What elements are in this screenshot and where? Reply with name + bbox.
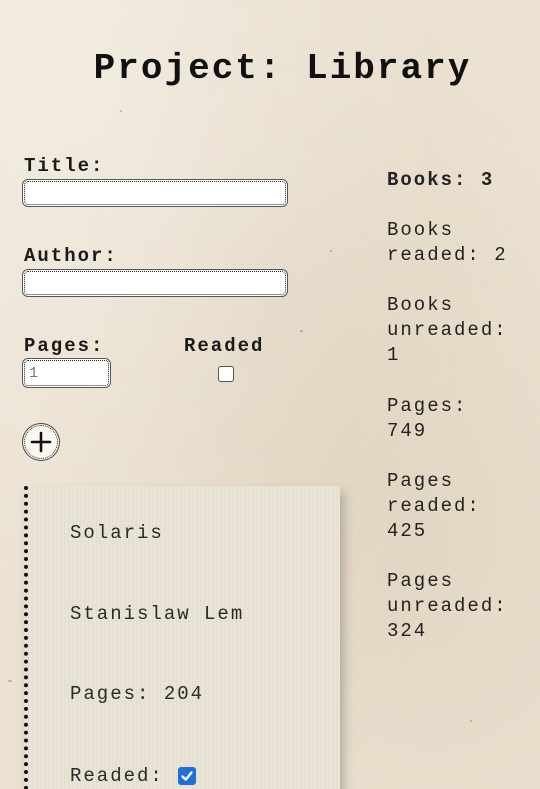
paper-speck <box>300 330 303 332</box>
pages-input[interactable] <box>24 360 109 386</box>
stat-books-unreaded: Books unreaded: 1 <box>387 294 508 366</box>
book-card: Solaris Stanislaw Lem Pages: 204 Readed: <box>24 486 340 789</box>
stat-pages: Pages: 749 <box>387 395 468 442</box>
stat-books-readed: Books readed: 2 <box>387 219 508 266</box>
plus-icon <box>30 431 52 453</box>
readed-label: Readed <box>184 335 265 357</box>
book-author: Stanislaw Lem <box>70 603 245 625</box>
paper-speck <box>120 110 122 112</box>
checkmark-icon <box>181 771 193 781</box>
paper-speck <box>470 720 472 722</box>
stat-books: Books: 3 <box>387 169 495 191</box>
stat-pages-unreaded: Pages unreaded: 324 <box>387 570 508 642</box>
paper-speck <box>8 680 12 682</box>
book-pages: Pages: 204 <box>70 683 205 705</box>
title-label: Title: <box>24 155 105 177</box>
author-input[interactable] <box>24 271 286 295</box>
book-readed-label: Readed: <box>70 765 164 787</box>
page-title: Project: Library <box>93 48 472 89</box>
paper-speck <box>330 250 332 252</box>
book-readed-checkbox[interactable] <box>178 767 196 785</box>
add-book-button[interactable] <box>24 425 58 459</box>
author-label: Author: <box>24 245 118 267</box>
title-input[interactable] <box>24 181 286 205</box>
readed-checkbox[interactable] <box>218 366 234 382</box>
stat-pages-readed: Pages readed: 425 <box>387 470 481 542</box>
book-title: Solaris <box>70 522 164 544</box>
pages-label: Pages: <box>24 335 105 357</box>
